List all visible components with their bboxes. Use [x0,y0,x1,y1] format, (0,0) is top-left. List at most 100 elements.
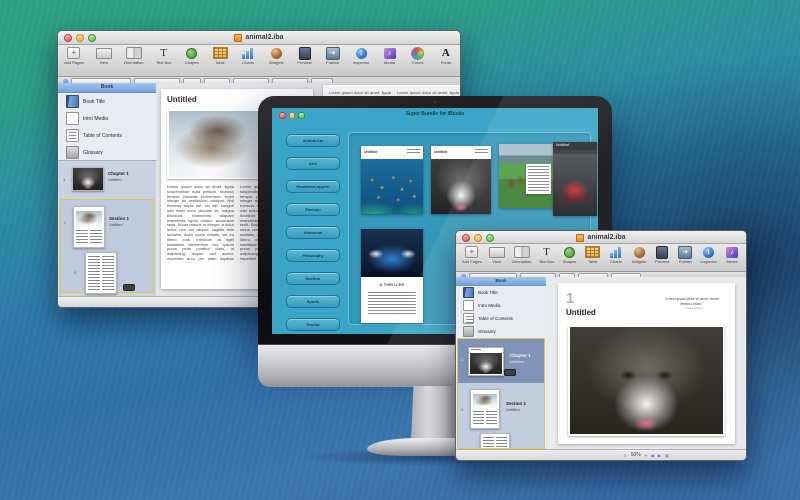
front-sidebar: Book Book Title Intro Media T [456,277,547,450]
toolbar-button[interactable]: T Text Box [539,246,555,264]
section-title: Section 1 [109,216,129,222]
toolbar-button[interactable]: Table [585,246,601,264]
zoom-dropdown-arrow[interactable]: ▾ [645,453,647,458]
chapter-thumbnail[interactable] [72,167,104,191]
section-entry[interactable]: Section 1 Untitled [506,401,526,412]
front-titlebar[interactable]: animal2.iba [456,231,746,244]
minimize-button[interactable] [474,234,482,242]
sidebar-item[interactable]: Table of Contents [58,127,156,144]
sidebar-item-label: Glossary [83,150,103,156]
document-page[interactable]: 1 Untitled “Lorem ipsum dolor sit amet, … [558,283,735,444]
toolbar-button[interactable]: Orientation [124,47,144,65]
toolbar-icon: ♪ [382,47,398,59]
toolbar-button[interactable]: Preview [297,47,313,65]
toolbar-button[interactable]: Shapes [184,47,200,65]
chapter-thumbnail[interactable] [468,347,504,376]
media-badge-icon[interactable] [504,369,516,376]
category-button[interactable]: Historical [286,226,340,239]
toolbar-label: Widgets [632,259,646,264]
thumbnail-text-lines [528,166,549,192]
sidebar-item[interactable]: Intro Media [58,110,156,127]
toolbar-button[interactable]: Shapes [562,246,578,264]
book-section-header: Book [456,277,546,286]
page-number: 3 [74,270,76,275]
quote-attribution: — Lorem Ipsum [659,307,725,311]
toolbar-button[interactable]: Widgets [631,246,647,264]
sidebar-item[interactable]: Book Title [456,286,546,299]
template-card-bluecar[interactable]: A THRILLER [361,229,423,323]
toolbar-button[interactable]: ♪ Media [724,246,740,264]
minimize-button[interactable] [289,112,296,119]
category-button[interactable]: Arts [286,157,340,170]
category-button[interactable]: Sports [286,295,340,308]
sidebar-item[interactable]: Intro Media [456,299,546,312]
toolbar-button[interactable]: ♪ Media [382,47,398,65]
page-view-icon[interactable]: ▦ [665,453,669,458]
toolbar-button[interactable]: i Inspector [353,47,369,65]
toolbar-label: Orientation [512,259,532,264]
toolbar-button[interactable]: + Add Pages [462,246,482,264]
category-button[interactable]: Tourist [286,318,340,331]
pull-quote[interactable]: “Lorem ipsum dolor sit amet, donec tempu… [659,297,725,311]
section-title: Section 1 [506,401,526,407]
toolbar-button[interactable]: T Text Box [156,47,172,65]
template-card-fish[interactable]: 1 Untitled [361,146,423,214]
toolbar-button[interactable]: Charts [608,246,624,264]
text-page-thumbnail[interactable] [480,433,510,449]
sidebar-item[interactable]: Glossary [456,325,546,338]
sidebar-item[interactable]: Glossary [58,144,156,161]
zoom-button[interactable] [298,112,305,119]
zoom-level[interactable]: 50% [631,452,641,458]
toolbar-button[interactable]: i Inspector [700,246,716,264]
sidebar-item[interactable]: Table of Contents [456,312,546,325]
category-button[interactable]: Emotional appeal [286,180,340,193]
husky-snow-photo[interactable] [167,109,265,179]
close-button[interactable] [279,112,286,119]
chapter-subtitle: Untitled [108,177,129,182]
toolbar-button[interactable]: + Add Pages [64,47,84,65]
section-entry[interactable]: Section 1 Untitled [109,216,129,227]
template-card-redcar[interactable]: Untitled [553,142,597,216]
toolbar-button[interactable]: Orientation [512,246,532,264]
toolbar-button[interactable]: View [489,246,505,264]
category-button[interactable]: Philosophy [286,249,340,262]
back-titlebar[interactable]: animal2.iba [58,31,460,45]
toolbar-button[interactable]: View [96,47,112,65]
toolbar-button[interactable]: Table [212,47,228,65]
minimize-button[interactable] [76,34,84,42]
sidebar-item-icon [66,112,79,125]
text-page-thumbnail[interactable] [85,252,117,294]
template-card-husky[interactable]: 1 Untitled [431,146,491,214]
toolbar-icon: T [156,47,172,59]
close-button[interactable] [64,34,72,42]
husky-portrait-photo[interactable] [568,325,725,436]
toolbar-button[interactable]: ➜ Publish [677,246,693,264]
toolbar-button[interactable]: Charts [240,47,256,65]
toolbar-button[interactable]: Preview [654,246,670,264]
toolbar-label: Widgets [269,60,283,65]
screen-app-titlebar[interactable]: Super Bundle for iBooks [272,108,598,121]
close-button[interactable] [462,234,470,242]
text-column[interactable]: Lorem ipsum dolor sit amet, ligula suspe… [167,185,234,263]
toolbar-button[interactable]: Widgets [268,47,284,65]
zoom-out-icon[interactable]: ⊖ [623,453,626,458]
toolbar-button[interactable]: Colors [410,47,426,65]
template-card-horses[interactable] [499,144,555,208]
section-page-thumbnail[interactable] [73,206,105,248]
toolbar-button[interactable]: ➜ Publish [325,47,341,65]
chapter-entry[interactable]: Chapter 1 Untitled [108,171,129,182]
previous-page-button[interactable]: ◀ [651,453,654,458]
toolbar-button[interactable]: A Fonts [438,47,454,65]
zoom-button[interactable] [486,234,494,242]
chapter-entry-selected[interactable]: 1 Chapter 1 Untitled [458,339,544,383]
category-button[interactable]: Fashion [286,203,340,216]
next-page-button[interactable]: ▶ [658,453,661,458]
sidebar-item[interactable]: Book Title [58,93,156,110]
zoom-button[interactable] [88,34,96,42]
category-button[interactable]: Section [286,272,340,285]
category-button[interactable]: Animal Car [286,134,340,147]
toolbar-icon [96,47,112,59]
media-badge-icon[interactable] [123,284,135,291]
section-page-thumbnail[interactable] [470,389,500,429]
toolbar-label: View [492,259,501,264]
